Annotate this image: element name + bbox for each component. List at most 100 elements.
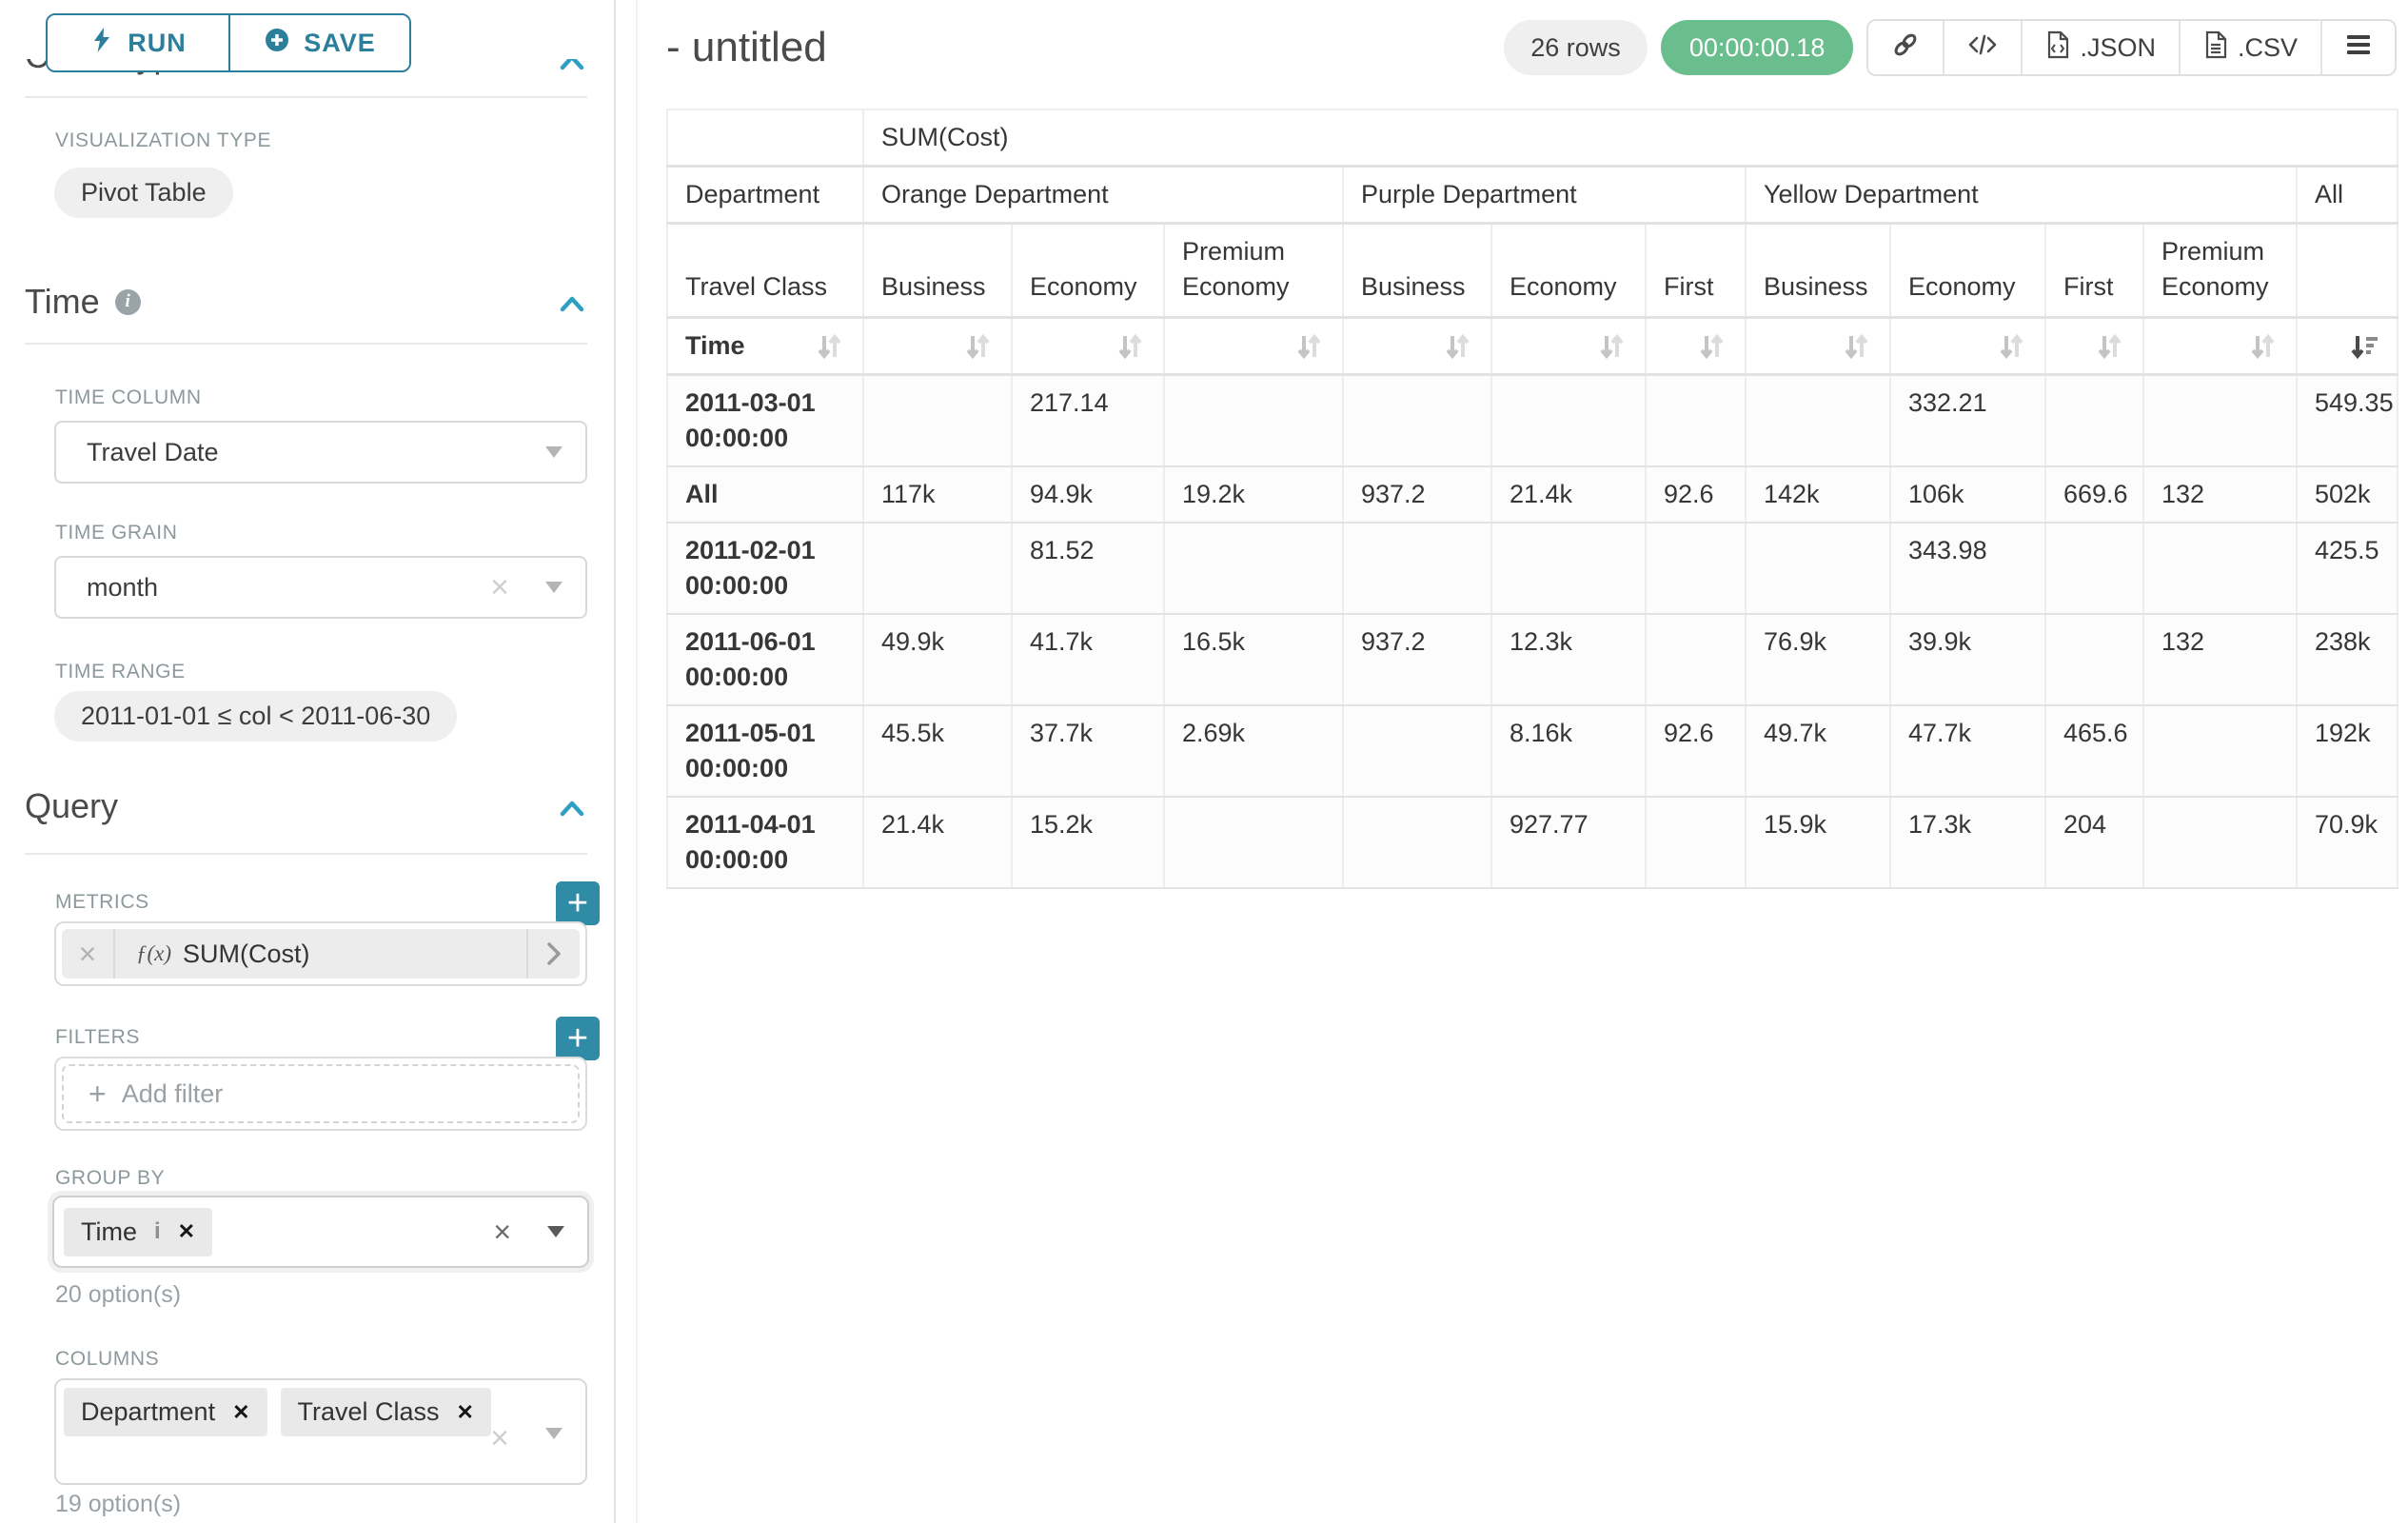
export-json-button[interactable]: .JSON xyxy=(2021,21,2179,74)
sort-desc-icon[interactable] xyxy=(2315,330,2379,363)
sort-icon[interactable] xyxy=(1182,330,1325,363)
clear-icon[interactable]: × xyxy=(490,571,509,603)
column-subheader: Business xyxy=(1343,224,1491,318)
sort-cell[interactable] xyxy=(1164,318,1343,375)
filters-label: FILTERS xyxy=(55,1026,140,1049)
clear-icon[interactable]: × xyxy=(490,1422,509,1454)
sort-cell-sorted[interactable] xyxy=(2297,318,2398,375)
sort-cell[interactable] xyxy=(1491,318,1646,375)
chevron-down-icon[interactable] xyxy=(545,446,563,458)
column-subheader: Business xyxy=(863,224,1012,318)
time-grain-select[interactable]: month × xyxy=(54,556,587,619)
chevron-right-icon[interactable] xyxy=(526,929,580,979)
pivot-value-cell xyxy=(1164,797,1343,888)
chart-title[interactable]: - untitled xyxy=(666,24,827,71)
group-by-options-count: 20 option(s) xyxy=(55,1281,181,1309)
visualization-type-pill[interactable]: Pivot Table xyxy=(54,168,233,218)
lightning-icon xyxy=(89,27,114,60)
pivot-value-cell xyxy=(2045,614,2143,705)
column-info-icon[interactable]: i xyxy=(154,1218,161,1245)
sort-icon[interactable] xyxy=(1764,330,1872,363)
export-csv-button[interactable]: .CSV xyxy=(2179,21,2320,74)
add-filter-button[interactable]: + Add filter xyxy=(62,1064,580,1123)
pivot-value-cell: 37.7k xyxy=(1012,705,1164,797)
pivot-value-cell: 45.5k xyxy=(863,705,1012,797)
pivot-value-cell xyxy=(1491,523,1646,614)
sort-cell[interactable] xyxy=(2143,318,2297,375)
time-column-select[interactable]: Travel Date xyxy=(54,421,587,484)
run-button[interactable]: RUN xyxy=(48,15,228,70)
save-button[interactable]: SAVE xyxy=(228,15,409,70)
sort-cell[interactable] xyxy=(1890,318,2045,375)
sort-icon[interactable] xyxy=(1664,330,1727,363)
columns-chip-travel-class[interactable]: Travel Class ✕ xyxy=(281,1388,491,1436)
time-range-pill[interactable]: 2011-01-01 ≤ col < 2011-06-30 xyxy=(54,691,457,742)
pivot-value-cell xyxy=(1646,523,1746,614)
pivot-value-cell: 465.6 xyxy=(2045,705,2143,797)
pivot-value-cell xyxy=(2045,523,2143,614)
remove-chip-icon[interactable]: ✕ xyxy=(457,1400,474,1425)
divider xyxy=(25,343,587,345)
sort-cell[interactable] xyxy=(1012,318,1164,375)
pivot-value-cell: 15.9k xyxy=(1746,797,1890,888)
clear-icon[interactable]: × xyxy=(493,1216,511,1247)
sort-icon[interactable] xyxy=(881,330,994,363)
add-metric-button[interactable]: + xyxy=(556,881,600,925)
row-count-badge: 26 rows xyxy=(1504,20,1648,75)
csv-file-icon xyxy=(2203,30,2228,66)
group-by-chip-time[interactable]: Time i ✕ xyxy=(64,1208,212,1256)
chevron-down-icon[interactable] xyxy=(545,582,563,593)
row-label: 2011-02-01 00:00:00 xyxy=(667,523,863,614)
pivot-value-cell: 425.5 xyxy=(2297,523,2398,614)
pivot-value-cell: 2.69k xyxy=(1164,705,1343,797)
plus-circle-icon xyxy=(264,27,290,60)
row-label: 2011-04-01 00:00:00 xyxy=(667,797,863,888)
column-subheader: Premium Economy xyxy=(2143,224,2297,318)
pivot-value-cell xyxy=(1646,375,1746,467)
sort-cell[interactable] xyxy=(863,318,1012,375)
chevron-down-icon[interactable] xyxy=(545,1428,563,1439)
sort-icon[interactable] xyxy=(2063,330,2125,363)
sort-cell[interactable] xyxy=(1746,318,1890,375)
pivot-value-cell xyxy=(2143,375,2297,467)
info-icon[interactable]: i xyxy=(115,289,141,315)
query-section-heading: Query xyxy=(25,786,118,826)
pivot-value-cell: 94.9k xyxy=(1012,466,1164,523)
columns-select[interactable]: Department ✕ Travel Class ✕ × xyxy=(54,1378,587,1485)
copy-link-button[interactable] xyxy=(1868,21,1943,74)
time-label: Time xyxy=(685,328,745,364)
sort-icon[interactable] xyxy=(1510,330,1628,363)
pivot-value-cell: 49.9k xyxy=(863,614,1012,705)
pivot-value-cell xyxy=(1646,614,1746,705)
remove-chip-icon[interactable]: ✕ xyxy=(232,1400,249,1425)
remove-chip-icon[interactable]: ✕ xyxy=(178,1219,195,1244)
metric-chip[interactable]: × ƒ(x) SUM(Cost) xyxy=(62,929,580,979)
column-subheader: Economy xyxy=(1491,224,1646,318)
sort-icon[interactable] xyxy=(2161,330,2279,363)
columns-chip-department[interactable]: Department ✕ xyxy=(64,1388,267,1436)
menu-button[interactable] xyxy=(2320,21,2395,74)
pivot-value-cell: 217.14 xyxy=(1012,375,1164,467)
pivot-value-cell: 332.21 xyxy=(1890,375,2045,467)
row-label: All xyxy=(667,466,863,523)
sort-icon[interactable] xyxy=(1030,330,1146,363)
export-button-group: .JSON .CSV xyxy=(1866,19,2397,76)
sort-icon[interactable] xyxy=(813,330,845,363)
sort-icon[interactable] xyxy=(1361,330,1473,363)
pivot-value-cell: 41.7k xyxy=(1012,614,1164,705)
sort-cell[interactable] xyxy=(1343,318,1491,375)
time-section-collapse-icon[interactable] xyxy=(558,291,586,321)
add-filter-plus-button[interactable]: + xyxy=(556,1017,600,1060)
column-group-header: Purple Department xyxy=(1343,167,1746,224)
column-subheader: First xyxy=(2045,224,2143,318)
pivot-value-cell: 19.2k xyxy=(1164,466,1343,523)
sort-icon[interactable] xyxy=(1908,330,2027,363)
query-section-collapse-icon[interactable] xyxy=(558,796,586,825)
remove-metric-icon[interactable]: × xyxy=(62,929,115,979)
view-query-button[interactable] xyxy=(1943,21,2021,74)
sort-cell[interactable] xyxy=(1646,318,1746,375)
sort-cell[interactable] xyxy=(2045,318,2143,375)
pivot-value-cell: 8.16k xyxy=(1491,705,1646,797)
group-by-select[interactable]: Time i ✕ × xyxy=(52,1196,589,1268)
chevron-down-icon[interactable] xyxy=(547,1226,564,1237)
